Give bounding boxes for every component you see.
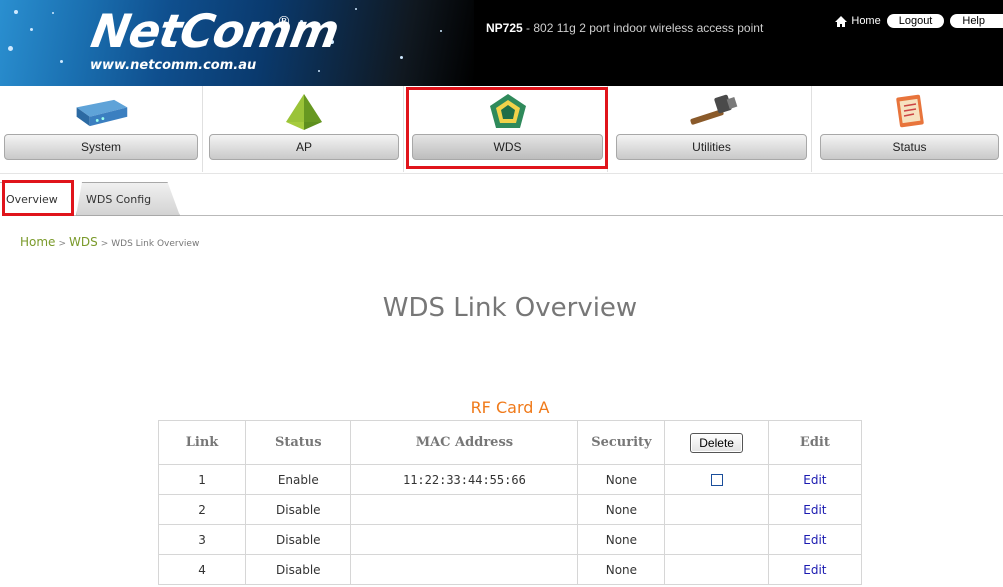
breadcrumb-current: WDS Link Overview [111, 239, 200, 249]
wds-pentagon-icon [478, 92, 538, 132]
breadcrumb-separator: > [100, 239, 109, 249]
header-edit: Edit [767, 420, 863, 465]
nav-label-system: System [4, 134, 198, 160]
header-delete: Delete [664, 420, 769, 465]
nav-item-system[interactable]: System [0, 86, 203, 172]
nav-label-wds: WDS [412, 134, 603, 160]
breadcrumb: Home > WDS > WDS Link Overview [20, 235, 199, 249]
cell-mac-address [350, 554, 579, 585]
device-icon [71, 92, 131, 132]
breadcrumb-wds[interactable]: WDS [69, 235, 98, 249]
nav-item-status[interactable]: Status [816, 86, 1003, 172]
header-link: Link [157, 420, 247, 465]
rf-card-title: RF Card A [470, 398, 550, 417]
logout-button[interactable]: Logout [886, 14, 945, 28]
home-link-label: Home [851, 15, 881, 27]
clipboard-icon [880, 92, 940, 132]
table-row: 3 Disable None Edit [157, 524, 863, 555]
tab-wds-config[interactable]: WDS Config [76, 182, 180, 216]
cell-status: Enable [245, 464, 352, 495]
edit-link[interactable]: Edit [767, 554, 863, 585]
cell-link: 4 [157, 554, 247, 585]
nav-label-ap: AP [209, 134, 399, 160]
hammer-icon [682, 92, 742, 132]
edit-link[interactable]: Edit [767, 464, 863, 495]
cell-delete [664, 554, 769, 585]
home-link[interactable]: Home [834, 15, 881, 28]
sub-tabs: Overview WDS Config [0, 180, 1003, 216]
nav-label-utilities: Utilities [616, 134, 807, 160]
table-row: 4 Disable None Edit [157, 554, 863, 585]
cell-status: Disable [245, 554, 352, 585]
cell-security: None [577, 524, 666, 555]
nav-label-status: Status [820, 134, 999, 160]
cell-mac-address [350, 494, 579, 525]
table-row: 1 Enable 11:22:33:44:55:66 None Edit [157, 464, 863, 495]
nav-item-ap[interactable]: AP [205, 86, 404, 172]
logo-url: www.netcomm.com.au [90, 58, 257, 73]
header-links: Home Logout Help [834, 12, 1003, 30]
breadcrumb-separator: > [58, 239, 66, 249]
edit-link[interactable]: Edit [767, 524, 863, 555]
cell-mac-address: 11:22:33:44:55:66 [350, 464, 579, 495]
help-button[interactable]: Help [950, 14, 1003, 28]
cell-security: None [577, 494, 666, 525]
model-description: NP725 - 802 11g 2 port indoor wireless a… [486, 21, 763, 35]
home-icon [835, 15, 848, 27]
delete-button[interactable]: Delete [690, 432, 743, 453]
header-mac-address: MAC Address [350, 420, 579, 465]
header-status: Status [245, 420, 352, 465]
cell-security: None [577, 464, 666, 495]
netcomm-logo: NetComm [87, 4, 343, 58]
cell-delete [664, 524, 769, 555]
page-title: WDS Link Overview [382, 293, 638, 323]
cell-link: 1 [157, 464, 247, 495]
cell-security: None [577, 554, 666, 585]
delete-checkbox[interactable] [710, 474, 723, 486]
header-banner: NetComm ® www.netcomm.com.au NP725 - 802… [0, 0, 1003, 86]
header-security: Security [577, 420, 666, 465]
pyramid-icon [274, 92, 334, 132]
table-header-row: Link Status MAC Address Security Delete … [157, 420, 863, 465]
cell-status: Disable [245, 494, 352, 525]
cell-status: Disable [245, 524, 352, 555]
cell-link: 2 [157, 494, 247, 525]
edit-link[interactable]: Edit [767, 494, 863, 525]
tab-overview[interactable]: Overview [0, 182, 74, 216]
model-number: NP725 [486, 21, 523, 35]
wds-link-table: Link Status MAC Address Security Delete … [157, 420, 863, 585]
registered-mark: ® [277, 14, 291, 30]
logo-banner: NetComm ® www.netcomm.com.au [0, 0, 474, 86]
model-text: - 802 11g 2 port indoor wireless access … [522, 21, 764, 35]
cell-mac-address [350, 524, 579, 555]
cell-link: 3 [157, 524, 247, 555]
breadcrumb-home[interactable]: Home [20, 235, 55, 249]
main-nav: System AP WDS Utilities Status [0, 86, 1003, 174]
nav-item-wds[interactable]: WDS [408, 86, 608, 172]
table-row: 2 Disable None Edit [157, 494, 863, 525]
cell-delete [664, 464, 769, 495]
nav-item-utilities[interactable]: Utilities [612, 86, 812, 172]
cell-delete [664, 494, 769, 525]
